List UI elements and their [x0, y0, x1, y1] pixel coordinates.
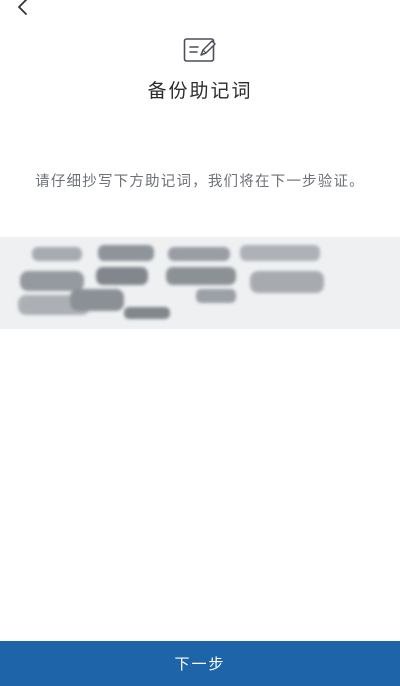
backup-mnemonic-screen: 备份助记词 请仔细抄写下方助记词，我们将在下一步验证。 下一步: [0, 0, 400, 686]
mnemonic-words-area: [0, 237, 400, 329]
page-title: 备份助记词: [147, 80, 253, 102]
next-step-button[interactable]: 下一步: [0, 641, 400, 686]
back-button[interactable]: [6, 0, 38, 20]
obscured-mnemonic-scribble: [18, 245, 324, 319]
instruction-text: 请仔细抄写下方助记词，我们将在下一步验证。: [35, 174, 365, 190]
chevron-left-icon: [18, 0, 27, 15]
note-edit-icon: [183, 38, 216, 62]
